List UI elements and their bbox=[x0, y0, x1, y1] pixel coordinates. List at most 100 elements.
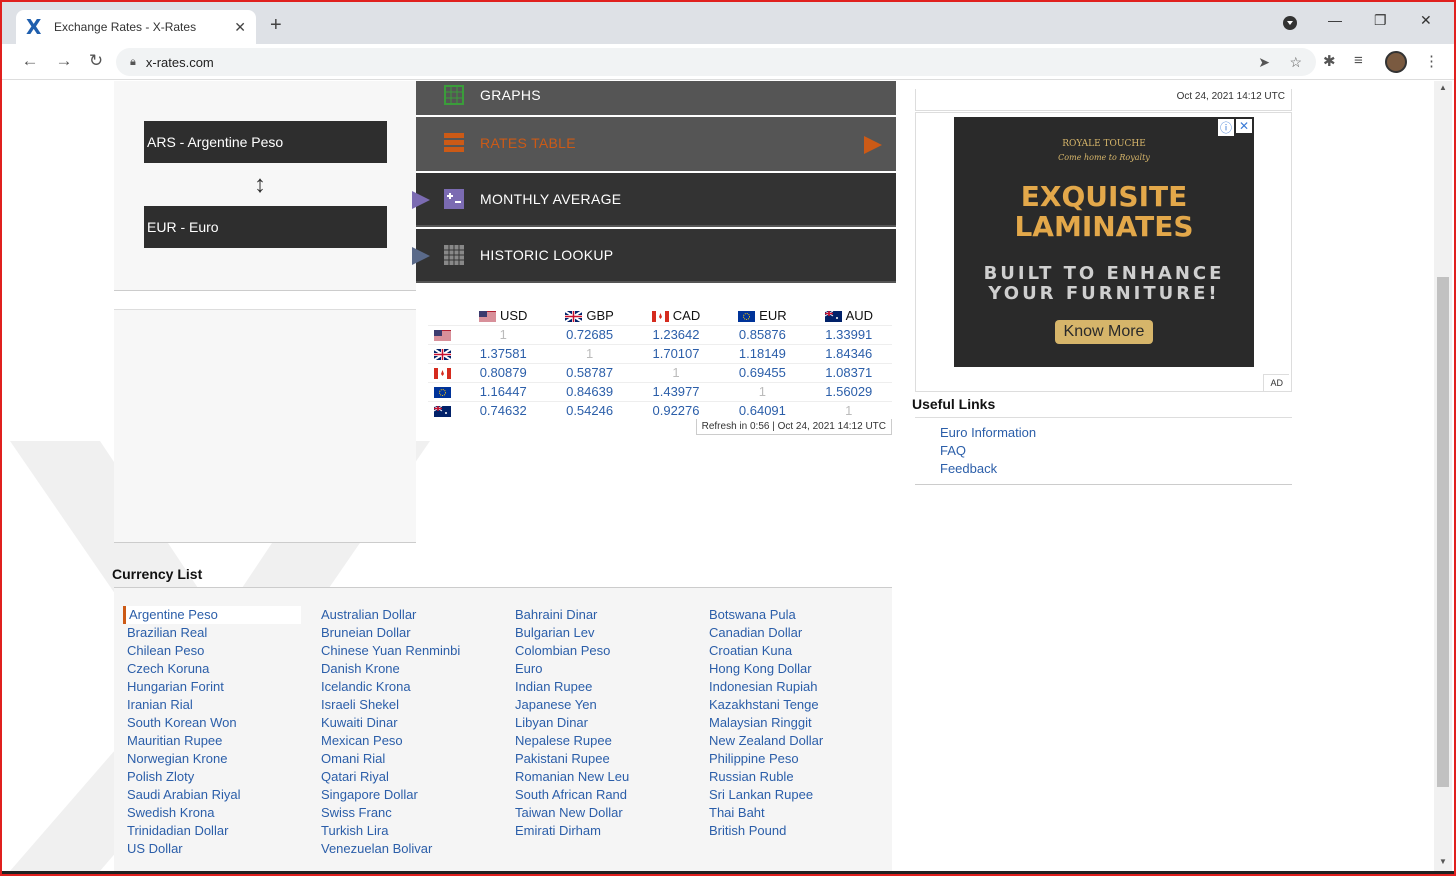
bookmark-star-icon[interactable]: ☆ bbox=[1289, 54, 1302, 71]
avatar[interactable] bbox=[1385, 51, 1407, 73]
rate-cell[interactable]: 1.16447 bbox=[460, 381, 547, 401]
page-scrollbar[interactable]: ▲ ▼ bbox=[1434, 81, 1452, 871]
list-item[interactable]: Canadian Dollar bbox=[709, 624, 823, 642]
header-aud[interactable]: AUD bbox=[806, 307, 892, 325]
rate-cell[interactable]: 0.54246 bbox=[546, 400, 633, 420]
to-currency-select[interactable]: EUR - Euro bbox=[144, 206, 387, 248]
close-window-icon[interactable]: ✕ bbox=[1420, 12, 1432, 29]
list-item[interactable]: Bahraini Dinar bbox=[515, 606, 629, 624]
rate-cell[interactable]: 0.85876 bbox=[719, 324, 806, 344]
rate-cell[interactable]: 1.33991 bbox=[805, 324, 892, 344]
list-item[interactable]: Thai Baht bbox=[709, 804, 823, 822]
list-item[interactable]: Swiss Franc bbox=[321, 804, 460, 822]
rate-cell[interactable]: 1 bbox=[805, 400, 892, 420]
ad-info-icon[interactable]: ⓘ bbox=[1217, 119, 1234, 136]
link-euro-information[interactable]: Euro Information bbox=[940, 424, 1292, 442]
list-item[interactable]: Japanese Yen bbox=[515, 696, 629, 714]
list-item[interactable]: Norwegian Krone bbox=[127, 750, 301, 768]
list-item[interactable]: Czech Koruna bbox=[127, 660, 301, 678]
list-item[interactable]: Kuwaiti Dinar bbox=[321, 714, 460, 732]
rate-cell[interactable]: 1.23642 bbox=[632, 324, 720, 344]
back-icon[interactable]: ← bbox=[14, 51, 46, 71]
list-item[interactable]: Colombian Peso bbox=[515, 642, 629, 660]
list-item[interactable]: South African Rand bbox=[515, 786, 629, 804]
list-item[interactable]: Turkish Lira bbox=[321, 822, 460, 840]
list-item[interactable]: Taiwan New Dollar bbox=[515, 804, 629, 822]
list-item[interactable]: Libyan Dinar bbox=[515, 714, 629, 732]
list-item[interactable]: Euro bbox=[515, 660, 629, 678]
list-item[interactable]: Venezuelan Bolivar bbox=[321, 840, 460, 858]
new-tab-icon[interactable]: + bbox=[270, 14, 282, 37]
menu-rates-table[interactable]: RATES TABLE bbox=[416, 117, 896, 171]
rate-cell[interactable]: 0.84639 bbox=[546, 381, 633, 401]
header-cad[interactable]: CAD bbox=[633, 307, 719, 325]
rate-cell[interactable]: 0.80879 bbox=[460, 362, 547, 382]
list-item[interactable]: Malaysian Ringgit bbox=[709, 714, 823, 732]
rate-cell[interactable]: 1 bbox=[546, 343, 633, 363]
header-usd[interactable]: USD bbox=[460, 307, 546, 325]
rate-cell[interactable]: 0.72685 bbox=[546, 324, 633, 344]
list-item[interactable]: Romanian New Leu bbox=[515, 768, 629, 786]
list-item[interactable]: New Zealand Dollar bbox=[709, 732, 823, 750]
list-item[interactable]: Bulgarian Lev bbox=[515, 624, 629, 642]
list-item[interactable]: Chinese Yuan Renminbi bbox=[321, 642, 460, 660]
list-item[interactable]: Hong Kong Dollar bbox=[709, 660, 823, 678]
forward-icon[interactable]: → bbox=[48, 51, 80, 71]
list-item[interactable]: Israeli Shekel bbox=[321, 696, 460, 714]
list-item[interactable]: Qatari Riyal bbox=[321, 768, 460, 786]
list-item[interactable]: Trinidadian Dollar bbox=[127, 822, 301, 840]
link-faq[interactable]: FAQ bbox=[940, 442, 1292, 460]
ad-banner[interactable]: ROYALE TOUCHE Come home to Royalty EXQUI… bbox=[954, 117, 1254, 367]
list-item[interactable]: Iranian Rial bbox=[127, 696, 301, 714]
reading-list-icon[interactable]: ≡ bbox=[1354, 52, 1363, 69]
list-item[interactable]: US Dollar bbox=[127, 840, 301, 858]
list-item[interactable]: Kazakhstani Tenge bbox=[709, 696, 823, 714]
list-item[interactable]: Mauritian Rupee bbox=[127, 732, 301, 750]
list-item[interactable]: Indian Rupee bbox=[515, 678, 629, 696]
rate-cell[interactable]: 1.43977 bbox=[632, 381, 720, 401]
send-icon[interactable]: ➤ bbox=[1258, 54, 1270, 71]
header-gbp[interactable]: GBP bbox=[546, 307, 632, 325]
swap-currencies-icon[interactable]: ↕ bbox=[254, 171, 266, 199]
list-item[interactable]: Sri Lankan Rupee bbox=[709, 786, 823, 804]
rate-cell[interactable]: 0.58787 bbox=[546, 362, 633, 382]
rate-cell[interactable]: 1 bbox=[460, 324, 547, 344]
rate-cell[interactable]: 0.64091 bbox=[719, 400, 806, 420]
list-item[interactable]: Swedish Krona bbox=[127, 804, 301, 822]
list-item[interactable]: Brazilian Real bbox=[127, 624, 301, 642]
list-item[interactable]: Philippine Peso bbox=[709, 750, 823, 768]
list-item[interactable]: Polish Zloty bbox=[127, 768, 301, 786]
scroll-thumb[interactable] bbox=[1437, 277, 1449, 787]
menu-historic-lookup[interactable]: HISTORIC LOOKUP bbox=[412, 229, 896, 283]
list-item[interactable]: Indonesian Rupiah bbox=[709, 678, 823, 696]
rate-cell[interactable]: 1 bbox=[632, 362, 720, 382]
list-item[interactable]: Australian Dollar bbox=[321, 606, 460, 624]
reload-icon[interactable]: ↻ bbox=[80, 51, 112, 71]
list-item[interactable]: South Korean Won bbox=[127, 714, 301, 732]
list-item[interactable]: Argentine Peso bbox=[123, 606, 301, 624]
list-item[interactable]: Mexican Peso bbox=[321, 732, 460, 750]
list-item[interactable]: Saudi Arabian Riyal bbox=[127, 786, 301, 804]
scroll-down-icon[interactable]: ▼ bbox=[1439, 857, 1447, 866]
from-currency-select[interactable]: ARS - Argentine Peso bbox=[144, 121, 387, 163]
menu-graphs[interactable]: GRAPHS bbox=[416, 81, 896, 115]
ad-close-icon[interactable]: ✕ bbox=[1235, 119, 1252, 133]
restore-icon[interactable]: ❐ bbox=[1374, 12, 1387, 29]
scroll-up-icon[interactable]: ▲ bbox=[1439, 83, 1447, 92]
list-item[interactable]: Nepalese Rupee bbox=[515, 732, 629, 750]
list-item[interactable]: British Pound bbox=[709, 822, 823, 840]
rate-cell[interactable]: 1.18149 bbox=[719, 343, 806, 363]
tab-active[interactable]: X Exchange Rates - X-Rates ✕ bbox=[16, 10, 256, 44]
list-item[interactable]: Russian Ruble bbox=[709, 768, 823, 786]
menu-monthly-average[interactable]: MONTHLY AVERAGE bbox=[412, 173, 896, 227]
list-item[interactable]: Botswana Pula bbox=[709, 606, 823, 624]
list-item[interactable]: Icelandic Krona bbox=[321, 678, 460, 696]
rate-cell[interactable]: 0.69455 bbox=[719, 362, 806, 382]
list-item[interactable]: Chilean Peso bbox=[127, 642, 301, 660]
rate-cell[interactable]: 1 bbox=[719, 381, 806, 401]
minimize-icon[interactable]: — bbox=[1328, 12, 1342, 28]
address-bar[interactable]: 🔒︎ x-rates.com ➤ ☆ bbox=[116, 48, 1316, 76]
header-eur[interactable]: EUR bbox=[719, 307, 805, 325]
extensions-icon[interactable]: ✱ bbox=[1323, 52, 1336, 70]
rate-cell[interactable]: 1.70107 bbox=[632, 343, 720, 363]
